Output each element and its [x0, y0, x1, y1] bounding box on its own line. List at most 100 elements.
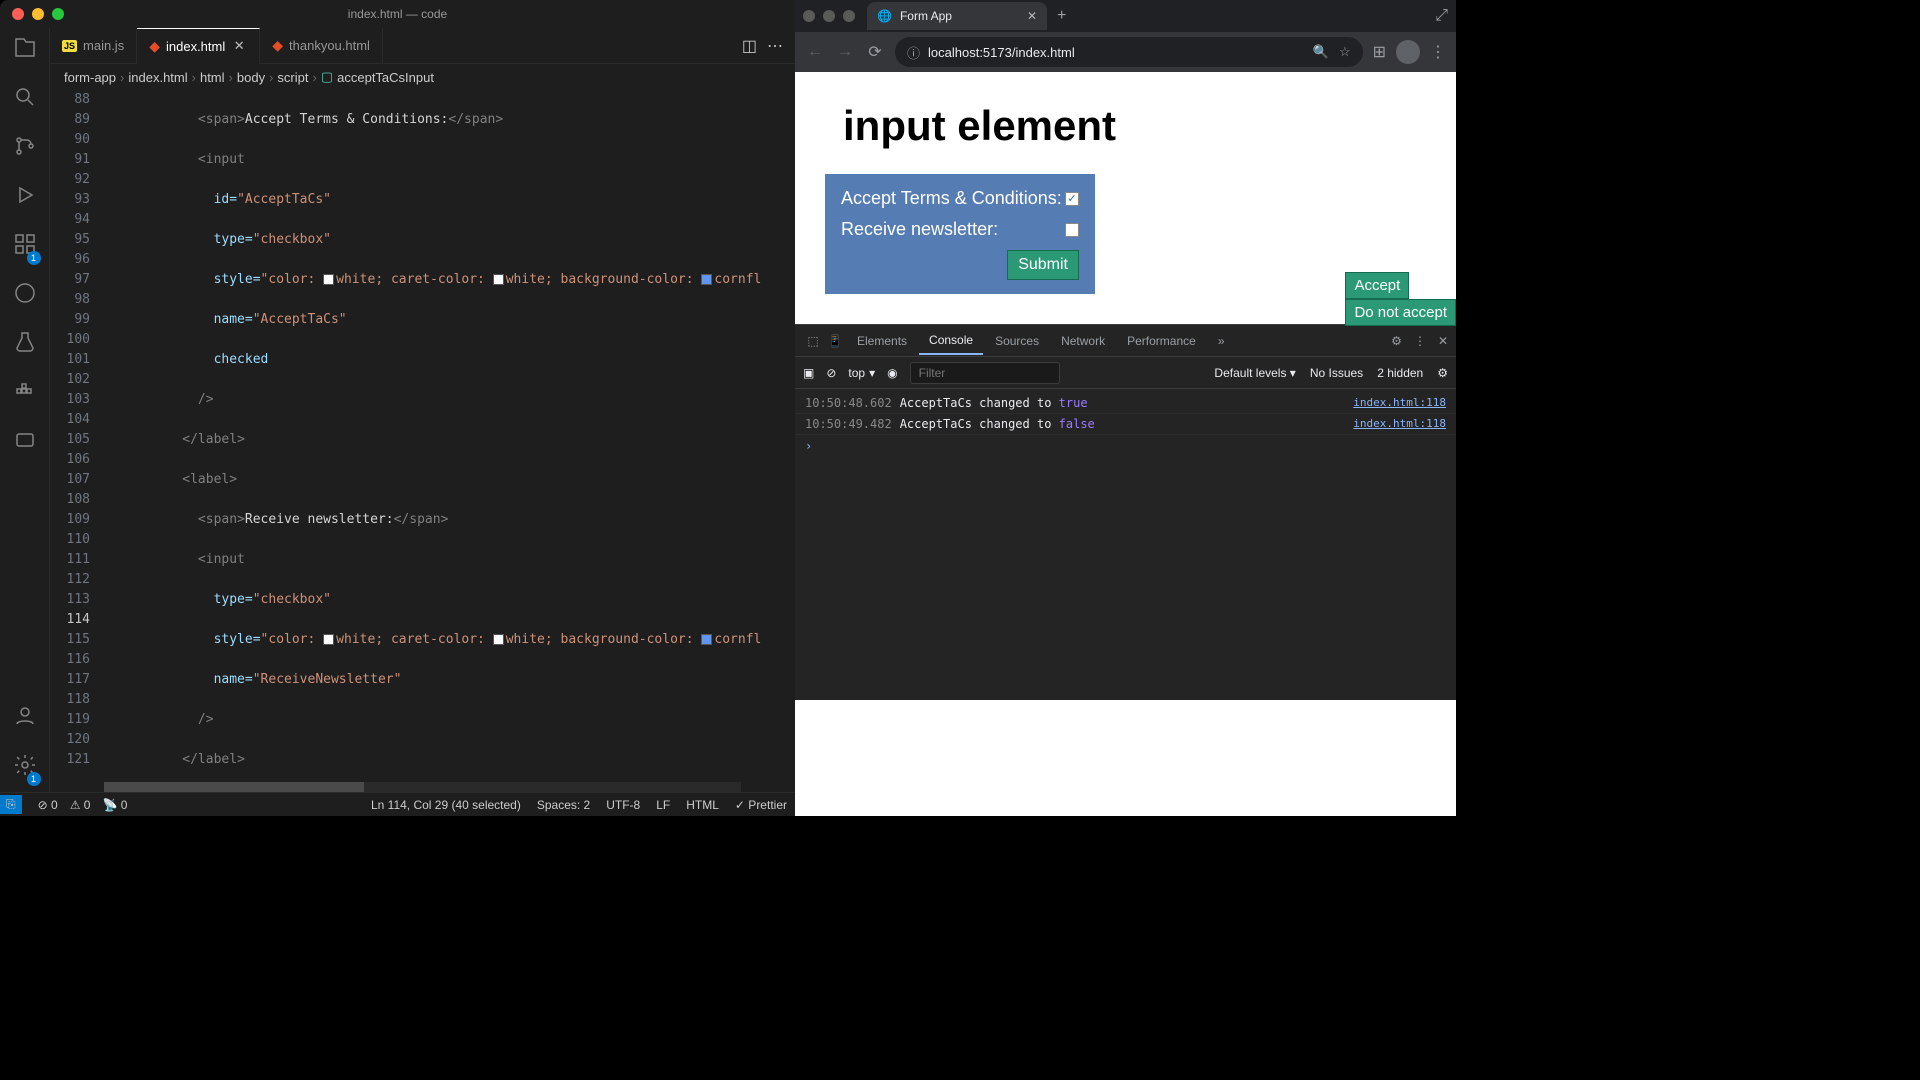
split-editor-icon[interactable]: ◫	[742, 36, 757, 56]
console-prompt[interactable]: ›	[795, 435, 1456, 457]
breadcrumbs[interactable]: form-app› index.html› html› body› script…	[50, 64, 795, 90]
close-window-button[interactable]	[12, 8, 24, 20]
maximize-window-button[interactable]	[843, 10, 855, 22]
tab-thankyou-html[interactable]: ◆thankyou.html	[260, 28, 383, 64]
devtools-close-icon[interactable]: ✕	[1438, 334, 1448, 348]
crumb[interactable]: acceptTaCsInput	[337, 70, 434, 85]
run-debug-icon[interactable]	[13, 183, 37, 212]
html-file-icon: ◆	[149, 38, 160, 55]
crumb[interactable]: index.html	[128, 70, 187, 85]
code-content[interactable]: <span>Accept Terms & Conditions:</span> …	[104, 90, 795, 782]
forward-button[interactable]: →	[835, 42, 855, 62]
devtools-settings-icon[interactable]: ⚙	[1391, 334, 1402, 348]
log-timestamp: 10:50:49.482	[805, 417, 892, 431]
minimize-window-button[interactable]	[32, 8, 44, 20]
do-not-accept-button[interactable]: Do not accept	[1345, 299, 1456, 326]
code-editor[interactable]: 8889909192939495969798991001011021031041…	[50, 90, 795, 782]
accounts-icon[interactable]	[13, 704, 37, 733]
filter-input[interactable]	[910, 362, 1060, 384]
reload-button[interactable]: ⟳	[865, 42, 885, 62]
menu-icon[interactable]: ⋮	[1430, 42, 1446, 62]
profile-avatar[interactable]	[1396, 40, 1420, 64]
tab-network[interactable]: Network	[1051, 328, 1115, 354]
encoding-status[interactable]: UTF-8	[606, 798, 640, 812]
source-control-icon[interactable]	[13, 134, 37, 163]
more-actions-icon[interactable]: ⋯	[767, 36, 783, 56]
devtools-menu-icon[interactable]: ⋮	[1414, 334, 1426, 348]
expand-icon[interactable]: ⤢	[1435, 7, 1448, 25]
log-source-link[interactable]: index.html:118	[1353, 396, 1446, 410]
editor-area: JSmain.js ◆index.html✕ ◆thankyou.html ◫ …	[50, 28, 795, 792]
crumb[interactable]: html	[200, 70, 225, 85]
close-window-button[interactable]	[803, 10, 815, 22]
crumb[interactable]: script	[277, 70, 308, 85]
docker-icon[interactable]	[13, 379, 37, 408]
explorer-icon[interactable]	[13, 36, 37, 65]
new-tab-button[interactable]: +	[1057, 7, 1066, 25]
indent-status[interactable]: Spaces: 2	[537, 798, 590, 812]
tab-sources[interactable]: Sources	[985, 328, 1049, 354]
console-output[interactable]: 10:50:48.602 AcceptTaCs changed to true …	[795, 389, 1456, 700]
browser-tabstrip: 🌐 Form App ✕ + ⤢	[795, 0, 1456, 32]
search-icon[interactable]	[13, 85, 37, 114]
crumb[interactable]: form-app	[64, 70, 116, 85]
maximize-window-button[interactable]	[52, 8, 64, 20]
site-info-icon[interactable]: ⓘ	[907, 43, 920, 62]
html-file-icon: ◆	[272, 37, 283, 54]
live-share-icon[interactable]	[13, 428, 37, 457]
clear-console-icon[interactable]: ⊘	[826, 366, 836, 380]
accept-terms-checkbox[interactable]: ✓	[1065, 192, 1079, 206]
address-bar[interactable]: ⓘ localhost:5173/index.html 🔍 ☆	[895, 37, 1363, 67]
bookmark-icon[interactable]: ☆	[1339, 44, 1351, 60]
newsletter-label: Receive newsletter:	[841, 219, 998, 240]
accept-button[interactable]: Accept	[1345, 272, 1409, 299]
port-status[interactable]: 📡 0	[102, 798, 127, 812]
window-title: index.html — code	[348, 7, 447, 21]
newsletter-checkbox[interactable]	[1065, 223, 1079, 237]
close-icon[interactable]: ✕	[1027, 9, 1037, 23]
globe-icon: 🌐	[877, 9, 892, 23]
remote-icon[interactable]	[13, 281, 37, 310]
sidebar-toggle-icon[interactable]: ▣	[803, 366, 814, 380]
console-settings-icon[interactable]: ⚙	[1437, 366, 1448, 380]
log-timestamp: 10:50:48.602	[805, 396, 892, 410]
warnings-count[interactable]: ⚠ 0	[70, 798, 91, 812]
log-source-link[interactable]: index.html:118	[1353, 417, 1446, 431]
tab-label: main.js	[83, 38, 124, 53]
issues-status[interactable]: No Issues	[1310, 366, 1363, 380]
back-button[interactable]: ←	[805, 42, 825, 62]
tab-main-js[interactable]: JSmain.js	[50, 28, 137, 64]
context-selector[interactable]: top ▾	[848, 366, 875, 380]
form-row-newsletter: Receive newsletter:	[841, 219, 1079, 240]
testing-icon[interactable]	[13, 330, 37, 359]
browser-tab[interactable]: 🌐 Form App ✕	[867, 2, 1047, 30]
log-levels-selector[interactable]: Default levels ▾	[1214, 366, 1295, 380]
horizontal-scrollbar[interactable]	[104, 782, 741, 792]
tab-console[interactable]: Console	[919, 327, 983, 355]
device-toggle-icon[interactable]: 📱	[825, 331, 845, 351]
close-icon[interactable]: ✕	[231, 38, 247, 54]
language-status[interactable]: HTML	[686, 798, 719, 812]
extensions-badge: 1	[27, 251, 41, 265]
crumb[interactable]: body	[237, 70, 265, 85]
tab-index-html[interactable]: ◆index.html✕	[137, 28, 260, 64]
inspect-element-icon[interactable]: ⬚	[803, 331, 823, 351]
rendered-page: input element Accept Terms & Conditions:…	[795, 72, 1456, 816]
remote-indicator[interactable]: ⎘	[0, 795, 22, 814]
extensions-icon[interactable]: ⊞	[1373, 42, 1386, 62]
page-heading: input element	[843, 102, 1426, 150]
errors-count[interactable]: ⊘ 0	[38, 798, 58, 812]
settings-icon[interactable]: 1	[13, 753, 37, 782]
tab-elements[interactable]: Elements	[847, 328, 917, 354]
zoom-icon[interactable]: 🔍	[1313, 44, 1329, 60]
more-tabs-icon[interactable]: »	[1208, 328, 1235, 354]
minimize-window-button[interactable]	[823, 10, 835, 22]
live-expression-icon[interactable]: ◉	[887, 366, 897, 380]
extensions-icon[interactable]: 1	[13, 232, 37, 261]
tab-performance[interactable]: Performance	[1117, 328, 1206, 354]
cursor-position[interactable]: Ln 114, Col 29 (40 selected)	[371, 798, 521, 812]
formatter-status[interactable]: ✓ Prettier	[735, 798, 787, 812]
eol-status[interactable]: LF	[656, 798, 670, 812]
hidden-count[interactable]: 2 hidden	[1377, 366, 1423, 380]
submit-button[interactable]: Submit	[1007, 250, 1079, 280]
